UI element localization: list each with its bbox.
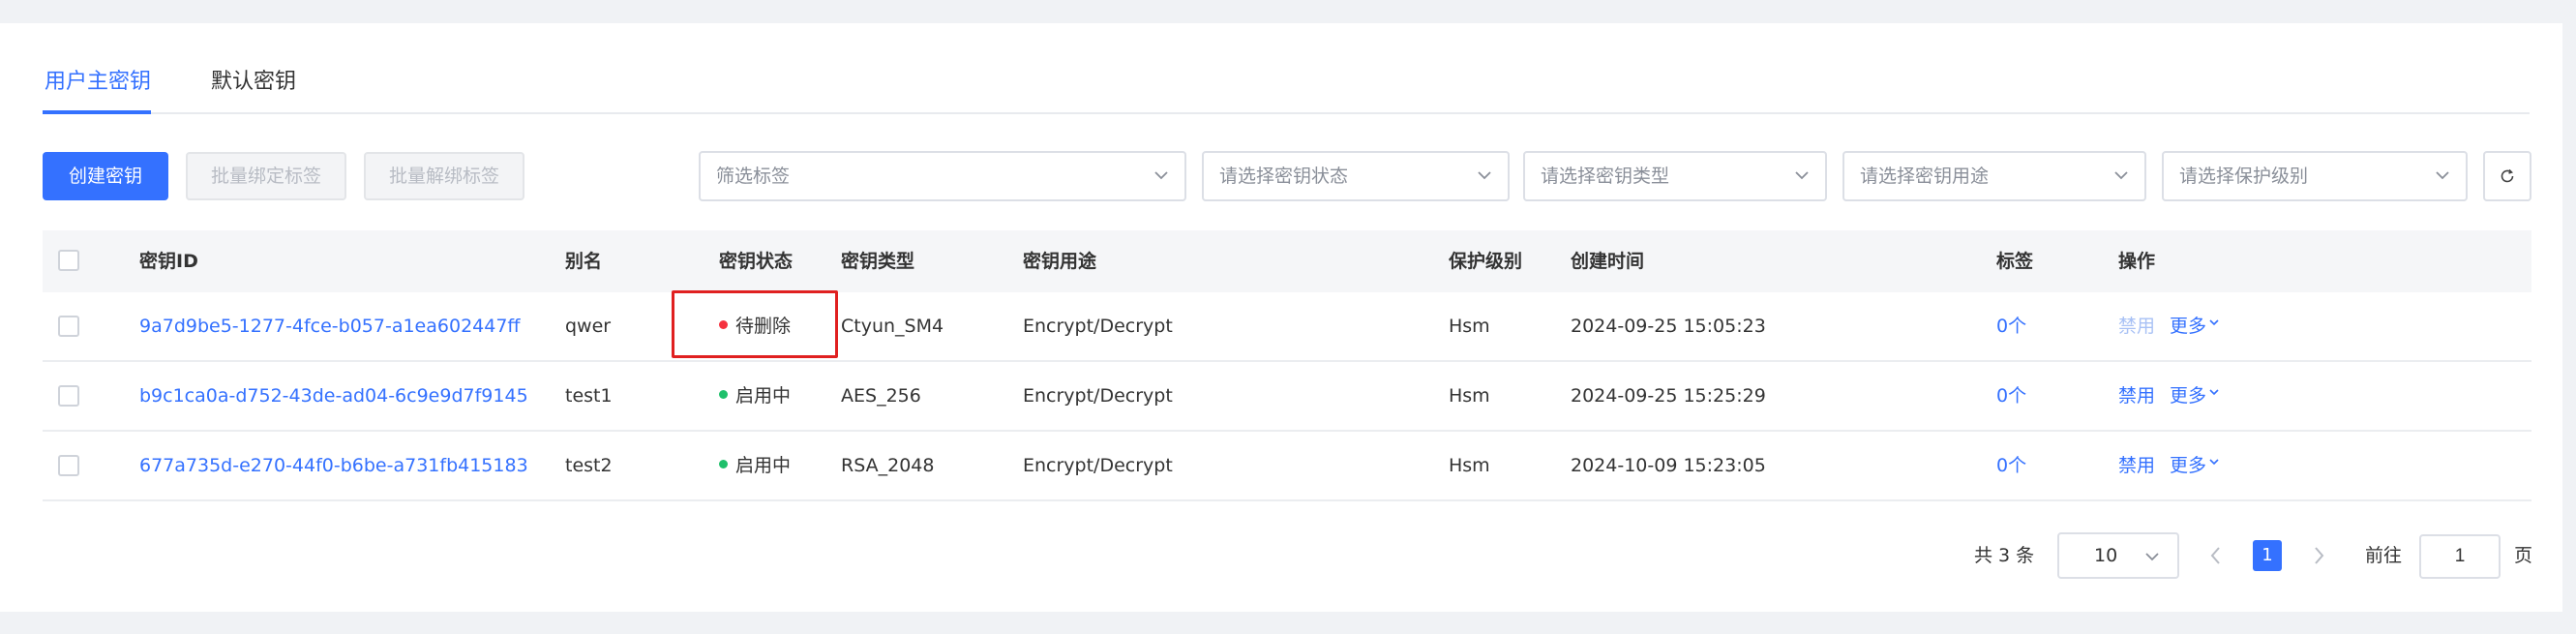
protection-cell: Hsm bbox=[1449, 385, 1490, 407]
goto-label: 前往 bbox=[2365, 545, 2403, 566]
current-page-button[interactable]: 1 bbox=[2253, 540, 2282, 571]
chevron-down-icon bbox=[2436, 171, 2449, 180]
active-tab-indicator bbox=[43, 110, 151, 114]
tag-filter-placeholder: 筛选标签 bbox=[716, 166, 791, 187]
more-label: 更多 bbox=[2170, 385, 2207, 407]
type-filter-select[interactable]: 请选择密钥类型 bbox=[1523, 151, 1827, 201]
batch-bind-tags-button[interactable]: 批量绑定标签 bbox=[186, 152, 346, 200]
page-suffix: 页 bbox=[2514, 545, 2533, 566]
tab-user-master-keys[interactable]: 用户主密钥 bbox=[45, 68, 151, 97]
chevron-down-icon bbox=[1478, 171, 1491, 180]
protection-cell: Hsm bbox=[1449, 316, 1490, 337]
status-dot bbox=[719, 460, 728, 468]
usage-cell: Encrypt/Decrypt bbox=[1023, 455, 1173, 476]
select-all-checkbox[interactable] bbox=[58, 250, 79, 271]
header-type: 密钥类型 bbox=[841, 251, 915, 272]
header-alias: 别名 bbox=[565, 251, 603, 272]
total-count: 共 3 条 bbox=[1974, 545, 2035, 566]
status-cell: 待删除 bbox=[719, 292, 791, 360]
page-size-select[interactable]: 10 bbox=[2057, 532, 2179, 579]
alias-cell: qwer bbox=[565, 316, 612, 337]
created-cell: 2024-10-09 15:23:05 bbox=[1571, 455, 1766, 476]
header-status: 密钥状态 bbox=[719, 251, 794, 272]
header-actions: 操作 bbox=[2118, 251, 2156, 272]
status-filter-select[interactable]: 请选择密钥状态 bbox=[1202, 151, 1510, 201]
usage-filter-select[interactable]: 请选择密钥用途 bbox=[1842, 151, 2146, 201]
tags-link[interactable]: 0个 bbox=[1996, 432, 2026, 499]
key-id-link[interactable]: 9a7d9be5-1277-4fce-b057-a1ea602447ff bbox=[139, 292, 521, 360]
status-dot bbox=[719, 390, 728, 399]
prev-page-icon[interactable] bbox=[2208, 544, 2224, 567]
status-filter-placeholder: 请选择密钥状态 bbox=[1219, 166, 1349, 187]
usage-cell: Encrypt/Decrypt bbox=[1023, 316, 1173, 337]
more-actions[interactable]: 更多 bbox=[2170, 432, 2220, 499]
type-cell: Ctyun_SM4 bbox=[841, 316, 944, 337]
header-protection: 保护级别 bbox=[1449, 251, 1523, 272]
row-checkbox[interactable] bbox=[58, 316, 79, 337]
header-usage: 密钥用途 bbox=[1023, 251, 1097, 272]
row-checkbox[interactable] bbox=[58, 385, 79, 407]
more-actions[interactable]: 更多 bbox=[2170, 292, 2220, 360]
chevron-down-icon bbox=[2209, 388, 2219, 395]
table-row: b9c1ca0a-d752-43de-ad04-6c9e9d7f9145 tes… bbox=[43, 362, 2531, 432]
type-cell: RSA_2048 bbox=[841, 455, 935, 476]
row-checkbox[interactable] bbox=[58, 455, 79, 476]
header-tags: 标签 bbox=[1996, 251, 2034, 272]
type-cell: AES_256 bbox=[841, 385, 921, 407]
chevron-down-icon bbox=[1154, 171, 1168, 180]
create-key-button[interactable]: 创建密钥 bbox=[43, 152, 168, 200]
created-cell: 2024-09-25 15:25:29 bbox=[1571, 385, 1766, 407]
tags-link[interactable]: 0个 bbox=[1996, 362, 2026, 430]
protection-cell: Hsm bbox=[1449, 455, 1490, 476]
disable-action[interactable]: 禁用 bbox=[2118, 292, 2155, 360]
created-cell: 2024-09-25 15:05:23 bbox=[1571, 316, 1766, 337]
key-id-link[interactable]: 677a735d-e270-44f0-b6be-a731fb415183 bbox=[139, 432, 528, 499]
refresh-button[interactable] bbox=[2483, 151, 2531, 201]
type-filter-placeholder: 请选择密钥类型 bbox=[1541, 166, 1670, 187]
header-key-id: 密钥ID bbox=[139, 251, 198, 272]
chevron-down-icon bbox=[2209, 458, 2219, 465]
table-row: 9a7d9be5-1277-4fce-b057-a1ea602447ff qwe… bbox=[43, 292, 2531, 362]
tab-default-keys[interactable]: 默认密钥 bbox=[211, 68, 296, 97]
status-cell: 启用中 bbox=[719, 432, 791, 499]
next-page-icon[interactable] bbox=[2311, 544, 2326, 567]
status-text: 待删除 bbox=[735, 316, 792, 337]
refresh-icon bbox=[2501, 168, 2514, 183]
key-id-link[interactable]: b9c1ca0a-d752-43de-ad04-6c9e9d7f9145 bbox=[139, 362, 528, 430]
goto-page-input[interactable] bbox=[2419, 534, 2501, 579]
chevron-down-icon bbox=[1795, 171, 1809, 180]
more-actions[interactable]: 更多 bbox=[2170, 362, 2220, 430]
alias-cell: test2 bbox=[565, 455, 613, 476]
status-dot bbox=[719, 320, 728, 329]
status-text: 启用中 bbox=[735, 455, 792, 476]
chevron-down-icon bbox=[2114, 171, 2128, 180]
table-row: 677a735d-e270-44f0-b6be-a731fb415183 tes… bbox=[43, 432, 2531, 501]
table-header: 密钥ID 别名 密钥状态 密钥类型 密钥用途 保护级别 创建时间 标签 操作 bbox=[43, 230, 2531, 292]
more-label: 更多 bbox=[2170, 455, 2207, 476]
page-size-value: 10 bbox=[2094, 545, 2118, 566]
tags-link[interactable]: 0个 bbox=[1996, 292, 2026, 360]
chevron-down-icon bbox=[2145, 553, 2159, 561]
header-created: 创建时间 bbox=[1571, 251, 1645, 272]
tag-filter-select[interactable]: 筛选标签 bbox=[699, 151, 1186, 201]
usage-filter-placeholder: 请选择密钥用途 bbox=[1860, 166, 1990, 187]
more-label: 更多 bbox=[2170, 316, 2207, 337]
disable-action[interactable]: 禁用 bbox=[2118, 432, 2155, 499]
usage-cell: Encrypt/Decrypt bbox=[1023, 385, 1173, 407]
status-cell: 启用中 bbox=[719, 362, 791, 430]
disable-action[interactable]: 禁用 bbox=[2118, 362, 2155, 430]
protection-level-filter-select[interactable]: 请选择保护级别 bbox=[2162, 151, 2468, 201]
chevron-down-icon bbox=[2209, 318, 2219, 325]
protection-filter-placeholder: 请选择保护级别 bbox=[2179, 166, 2309, 187]
alias-cell: test1 bbox=[565, 385, 613, 407]
status-text: 启用中 bbox=[735, 385, 792, 407]
batch-unbind-tags-button[interactable]: 批量解绑标签 bbox=[364, 152, 524, 200]
tab-bar: 用户主密钥 默认密钥 bbox=[43, 46, 2530, 114]
